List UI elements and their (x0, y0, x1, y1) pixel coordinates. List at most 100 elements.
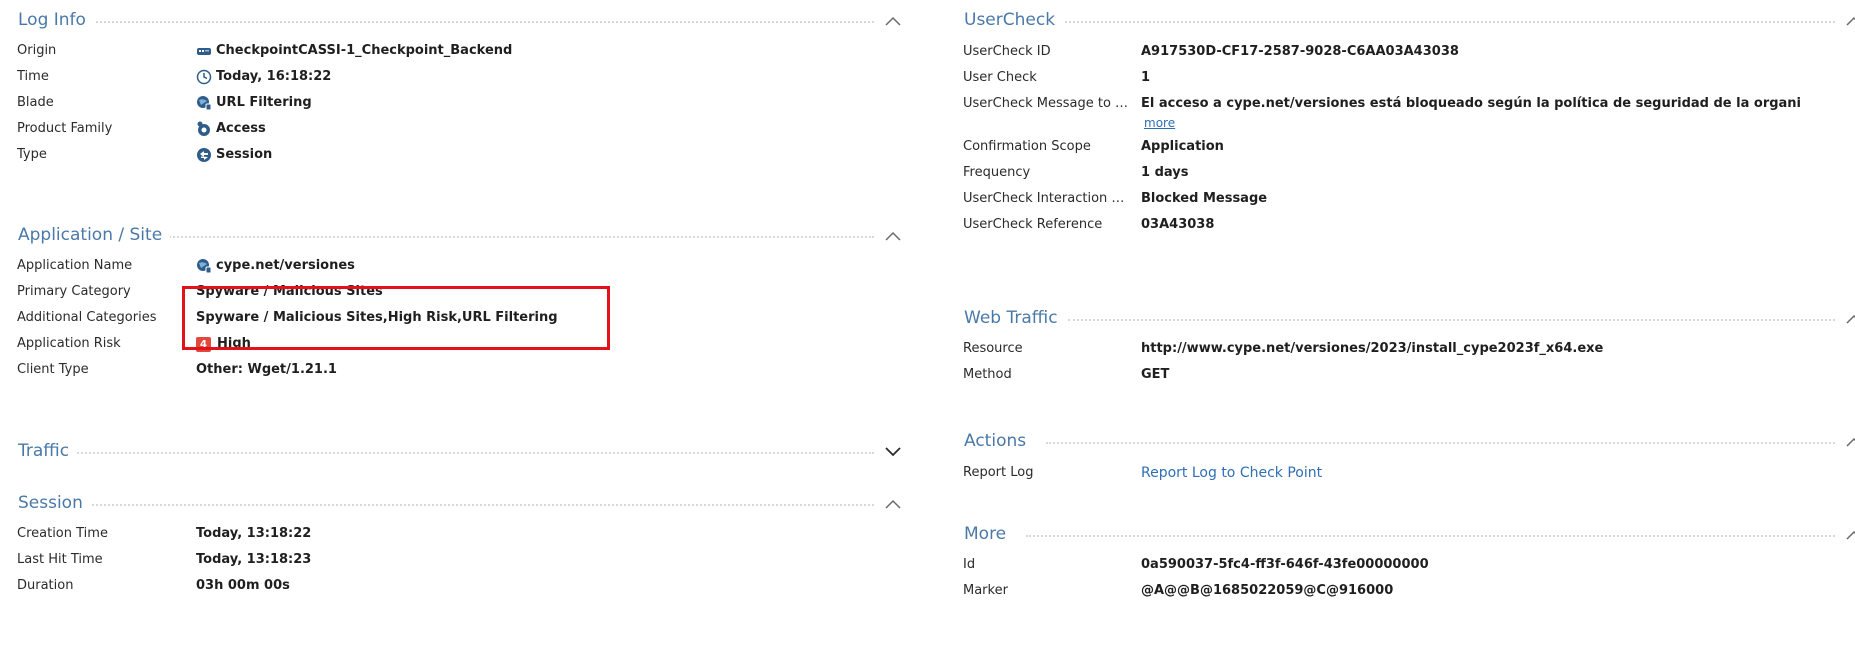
collapse-chevron-up-icon[interactable] (1843, 431, 1855, 453)
section-title: Web Traffic (946, 306, 1066, 330)
section-divider (85, 504, 874, 506)
duration-value: 03h 00m 00s (196, 578, 290, 593)
section-header-traffic[interactable]: Traffic (0, 439, 930, 465)
session-row-duration: Duration 03h 00m 00s (0, 573, 930, 599)
access-icon (196, 121, 212, 137)
expand-chevron-down-icon[interactable] (882, 441, 904, 463)
field-label: Creation Time (17, 526, 108, 541)
field-label: Confirmation Scope (963, 139, 1091, 154)
risk-level-badge: 4 (196, 336, 211, 352)
user-check-value: 1 (1141, 70, 1151, 85)
field-label: Resource (963, 341, 1023, 356)
field-label: Application Name (17, 258, 133, 273)
section-title: Actions (946, 429, 1035, 453)
marker-value: @A@@B@1685022059@C@916000 (1141, 583, 1394, 598)
log-info-row-blade: Blade URL Filtering (0, 90, 930, 116)
field-label: User Check (963, 70, 1037, 85)
log-info-row-origin: Origin CheckpointCASSI-1_Checkpoint_Back… (0, 38, 930, 64)
id-value: 0a590037-5fc4-ff3f-646f-43fe00000000 (1141, 557, 1429, 572)
field-label: Marker (963, 583, 1008, 598)
section-header-usercheck[interactable]: UserCheck (946, 8, 1855, 34)
collapse-chevron-up-icon[interactable] (1843, 10, 1855, 32)
collapse-chevron-up-icon[interactable] (882, 225, 904, 247)
app-row-application-risk: Application Risk 4 High (0, 331, 930, 357)
section-title: Session (0, 491, 91, 515)
log-info-row-product-family: Product Family Access (0, 116, 930, 142)
section-divider (60, 21, 874, 23)
section-title: UserCheck (946, 8, 1064, 32)
collapse-chevron-up-icon[interactable] (882, 493, 904, 515)
section-divider (150, 236, 874, 238)
frequency-value: 1 days (1141, 165, 1189, 180)
field-label: Primary Category (17, 284, 131, 299)
section-title: Log Info (0, 8, 94, 32)
usercheck-row-reference: UserCheck Reference 03A43038 (946, 212, 1855, 238)
more-link[interactable]: more (1144, 113, 1175, 133)
web-traffic-row-method: Method GET (946, 362, 1855, 388)
usercheck-row-id: UserCheck ID A917530D-CF17-2587-9028-C6A… (946, 39, 1855, 65)
section-header-actions[interactable]: Actions (946, 429, 1855, 455)
more-row-id: Id 0a590037-5fc4-ff3f-646f-43fe00000000 (946, 552, 1855, 578)
origin-value: CheckpointCASSI-1_Checkpoint_Backend (216, 43, 513, 58)
field-label: Application Risk (17, 336, 121, 351)
section-title: More (946, 522, 1015, 546)
section-header-more[interactable]: More (946, 522, 1855, 548)
field-value: Session (196, 142, 272, 168)
section-divider (1056, 21, 1835, 23)
gateway-icon (196, 43, 212, 59)
method-value: GET (1141, 367, 1170, 382)
log-info-row-time: Time Today, 16:18:22 (0, 64, 930, 90)
field-label: UserCheck ID (963, 44, 1051, 59)
field-value: Access (196, 116, 266, 142)
additional-categories-value: Spyware / Malicious Sites,High Risk,URL … (196, 310, 558, 325)
collapse-chevron-up-icon[interactable] (1843, 308, 1855, 330)
section-divider (1068, 319, 1835, 321)
field-label: Origin (17, 43, 57, 58)
section-header-session[interactable]: Session (0, 491, 930, 517)
report-log-link[interactable]: Report Log to Check Point (1141, 460, 1322, 486)
confirmation-scope-value: Application (1141, 139, 1224, 154)
section-header-application-site[interactable]: Application / Site (0, 223, 930, 249)
section-title: Traffic (0, 439, 78, 463)
field-label: UserCheck Interaction Na... (963, 191, 1133, 206)
type-value: Session (216, 147, 273, 162)
application-risk-value: High (217, 336, 251, 351)
section-header-web-traffic[interactable]: Web Traffic (946, 306, 1855, 332)
field-label: Duration (17, 578, 74, 593)
field-value: 4 High (196, 331, 251, 357)
usercheck-row-confirmation-scope: Confirmation Scope Application (946, 134, 1855, 160)
collapse-chevron-up-icon[interactable] (882, 10, 904, 32)
time-value: Today, 16:18:22 (216, 69, 332, 84)
field-label: UserCheck Reference (963, 217, 1103, 232)
field-label: Report Log (963, 465, 1034, 480)
field-value: URL Filtering (196, 90, 312, 116)
session-row-last-hit-time: Last Hit Time Today, 13:18:23 (0, 547, 930, 573)
field-label: Method (963, 367, 1012, 382)
client-type-value: Other: Wget/1.21.1 (196, 362, 337, 377)
usercheck-id-value: A917530D-CF17-2587-9028-C6AA03A43038 (1141, 44, 1459, 59)
app-row-primary-category: Primary Category Spyware / Malicious Sit… (0, 279, 930, 305)
section-title: Application / Site (0, 223, 171, 247)
section-header-log-info[interactable]: Log Info (0, 8, 930, 34)
session-icon (196, 147, 212, 163)
section-divider (1026, 535, 1835, 537)
field-label: Frequency (963, 165, 1031, 180)
usercheck-row-more: more (946, 113, 1855, 133)
url-filtering-icon (196, 258, 212, 274)
field-label: Time (17, 69, 49, 84)
application-name-value: cype.net/versiones (216, 258, 355, 273)
reference-value: 03A43038 (1141, 217, 1215, 232)
actions-row-report-log: Report Log Report Log to Check Point (946, 460, 1855, 486)
field-label: Id (963, 557, 976, 572)
log-info-row-type: Type Session (0, 142, 930, 168)
more-row-marker: Marker @A@@B@1685022059@C@916000 (946, 578, 1855, 604)
field-label: Last Hit Time (17, 552, 103, 567)
field-label: Blade (17, 95, 54, 110)
creation-time-value: Today, 13:18:22 (196, 526, 312, 541)
section-divider (70, 452, 874, 454)
collapse-chevron-up-icon[interactable] (1843, 524, 1855, 546)
last-hit-time-value: Today, 13:18:23 (196, 552, 312, 567)
field-label: Type (17, 147, 47, 162)
interaction-name-value: Blocked Message (1141, 191, 1268, 206)
field-label: Product Family (17, 121, 113, 136)
